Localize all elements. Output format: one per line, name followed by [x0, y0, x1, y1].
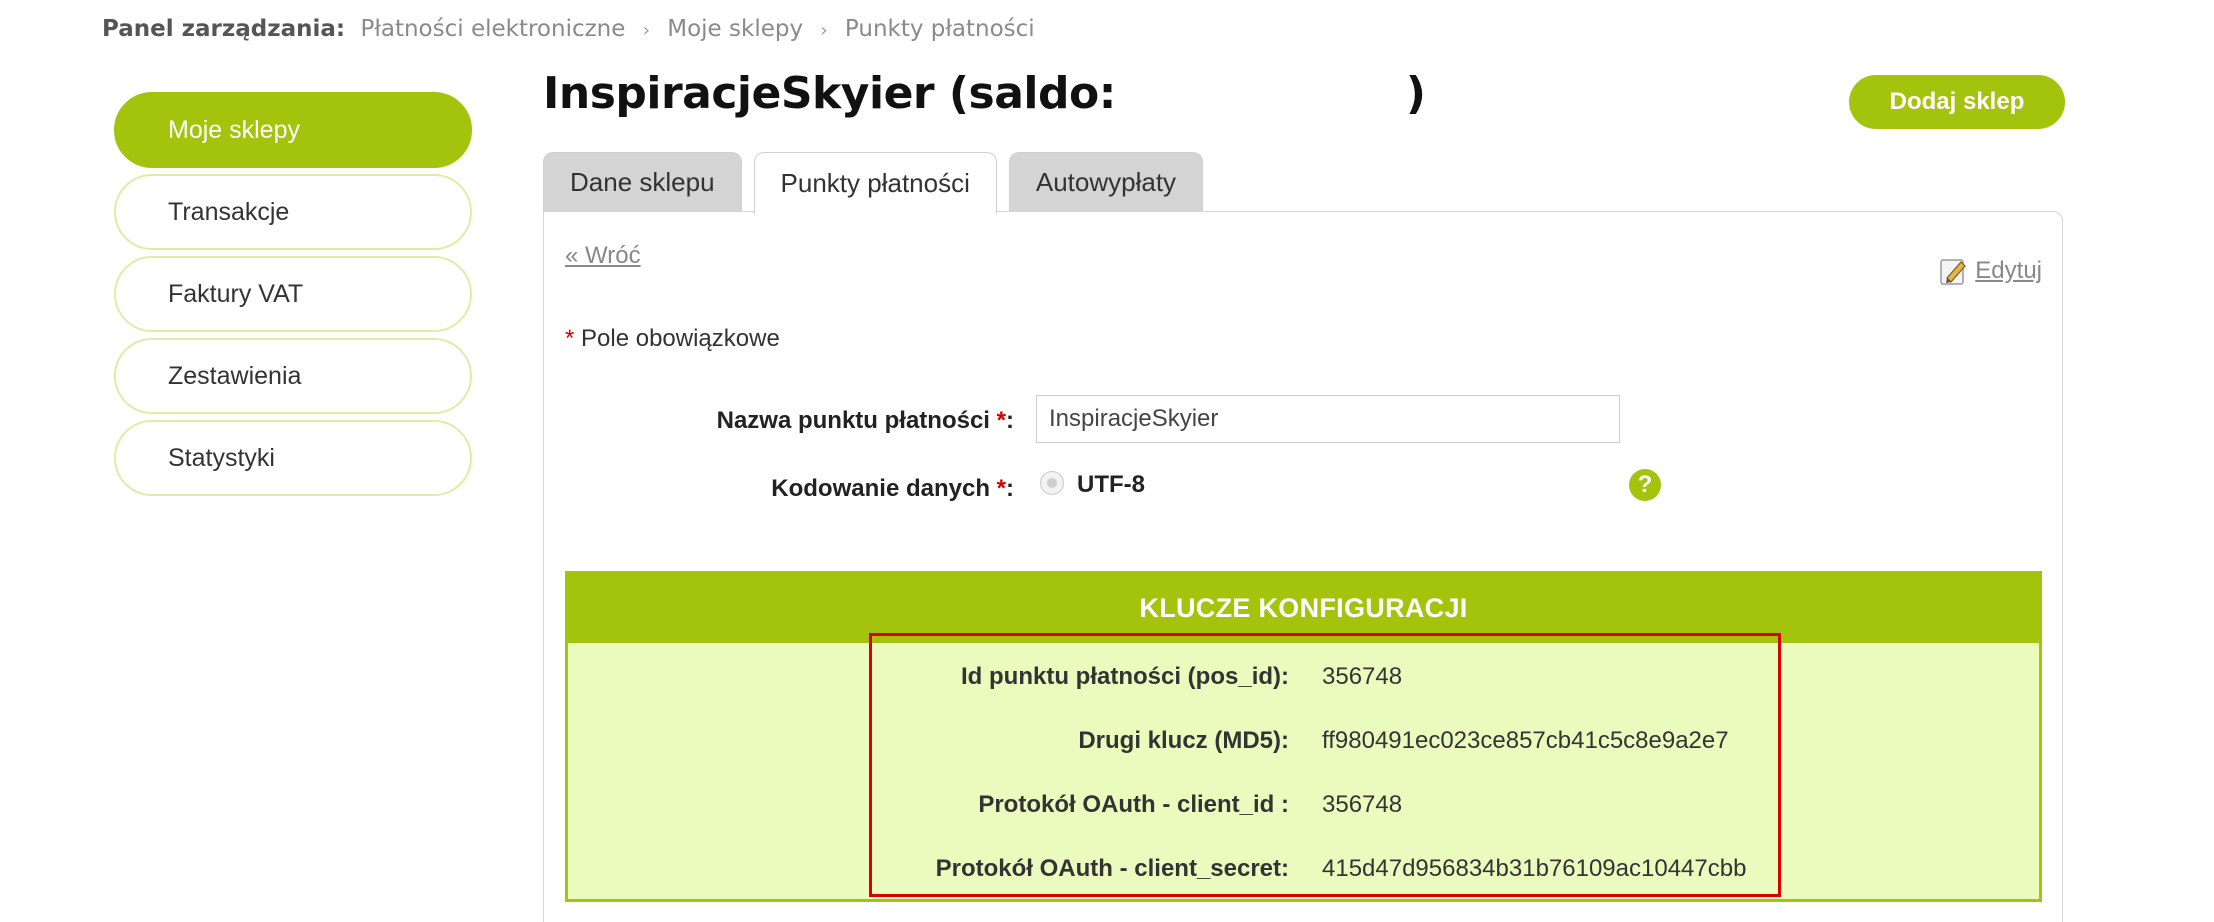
- content-panel: « Wróć Edytuj * Pole obowiązkowe Nazwa p…: [543, 211, 2063, 922]
- key-value-client-secret: 415d47d956834b31b76109ac10447cbb: [1322, 855, 1747, 882]
- utf8-radio[interactable]: [1040, 471, 1064, 495]
- utf8-radio-label: UTF-8: [1077, 471, 1145, 498]
- breadcrumb-separator: ›: [820, 20, 828, 41]
- pencil-icon: [1939, 256, 1969, 286]
- sidebar: Moje sklepy Transakcje Faktury VAT Zesta…: [114, 92, 472, 502]
- breadcrumb-separator: ›: [642, 20, 650, 41]
- key-row: Drugi klucz (MD5): ff980491ec023ce857cb4…: [568, 727, 2039, 767]
- tab-label: Punkty płatności: [780, 168, 970, 198]
- key-row: Protokół OAuth - client_secret: 415d47d9…: [568, 855, 2039, 895]
- key-label-client-secret: Protokół OAuth - client_secret:: [935, 855, 1289, 882]
- field-label-text: Kodowanie danych: [771, 475, 990, 502]
- page-title-suffix: ): [1405, 68, 1426, 119]
- sidebar-item-label: Transakcje: [168, 197, 290, 226]
- breadcrumb-item-payments[interactable]: Płatności elektroniczne: [360, 16, 625, 42]
- breadcrumb-item-payment-points: Punkty płatności: [844, 16, 1035, 42]
- sidebar-item-label: Moje sklepy: [168, 115, 300, 144]
- required-note-text: Pole obowiązkowe: [581, 325, 780, 352]
- payment-point-name-input[interactable]: [1036, 395, 1620, 443]
- key-value-md5: ff980491ec023ce857cb41c5c8e9a2e7: [1322, 727, 1729, 754]
- page: Panel zarządzania: Płatności elektronicz…: [0, 0, 2214, 922]
- required-star: *: [996, 407, 1006, 434]
- sidebar-item-vat-invoices[interactable]: Faktury VAT: [114, 256, 472, 332]
- tab-label: Autowypłaty: [1035, 167, 1177, 197]
- tab-auto-payouts[interactable]: Autowypłaty: [1008, 152, 1204, 212]
- key-label-md5: Drugi klucz (MD5):: [1078, 727, 1289, 754]
- configuration-keys-header: KLUCZE KONFIGURACJI: [568, 574, 2039, 643]
- sidebar-item-label: Faktury VAT: [168, 279, 304, 308]
- page-title: InspiracjeSkyier (saldo:): [543, 68, 1426, 119]
- required-star: *: [565, 325, 575, 352]
- help-icon[interactable]: ?: [1629, 469, 1661, 501]
- breadcrumb: Panel zarządzania: Płatności elektronicz…: [102, 16, 1035, 42]
- edit-link[interactable]: Edytuj: [1939, 256, 2042, 286]
- key-value-client-id: 356748: [1322, 791, 1403, 818]
- page-title-prefix: InspiracjeSkyier (saldo:: [543, 68, 1116, 119]
- tab-label: Dane sklepu: [570, 167, 715, 197]
- key-row: Id punktu płatności (pos_id): 356748: [568, 663, 2039, 703]
- sidebar-item-my-shops[interactable]: Moje sklepy: [114, 92, 472, 168]
- key-label-pos-id: Id punktu płatności (pos_id):: [961, 663, 1289, 690]
- tab-payment-points[interactable]: Punkty płatności: [753, 152, 997, 214]
- required-note: * Pole obowiązkowe: [565, 325, 780, 353]
- sidebar-item-statistics[interactable]: Statystyki: [114, 420, 472, 496]
- tab-shop-data[interactable]: Dane sklepu: [543, 152, 742, 212]
- sidebar-item-label: Statystyki: [168, 443, 275, 472]
- edit-link-label: Edytuj: [1975, 257, 2042, 284]
- breadcrumb-head: Panel zarządzania:: [102, 16, 346, 42]
- payment-point-name-label: Nazwa punktu płatności *:: [717, 407, 1014, 435]
- key-row: Protokół OAuth - client_id : 356748: [568, 791, 2039, 831]
- back-link[interactable]: « Wróć: [565, 242, 641, 270]
- data-encoding-label: Kodowanie danych *:: [771, 475, 1014, 503]
- required-star: *: [996, 475, 1006, 502]
- breadcrumb-item-my-shops[interactable]: Moje sklepy: [667, 16, 803, 42]
- configuration-keys-box: KLUCZE KONFIGURACJI Id punktu płatności …: [565, 571, 2042, 902]
- add-shop-button[interactable]: Dodaj sklep: [1849, 75, 2065, 129]
- sidebar-item-transactions[interactable]: Transakcje: [114, 174, 472, 250]
- sidebar-item-reports[interactable]: Zestawienia: [114, 338, 472, 414]
- tab-bar: Dane sklepu Punkty płatności Autowypłaty: [543, 152, 1215, 214]
- key-label-client-id: Protokół OAuth - client_id :: [978, 791, 1289, 818]
- label-colon: :: [1006, 475, 1014, 502]
- field-label-text: Nazwa punktu płatności: [716, 407, 990, 434]
- label-colon: :: [1006, 407, 1014, 434]
- sidebar-item-label: Zestawienia: [168, 361, 302, 390]
- key-value-pos-id: 356748: [1322, 663, 1403, 690]
